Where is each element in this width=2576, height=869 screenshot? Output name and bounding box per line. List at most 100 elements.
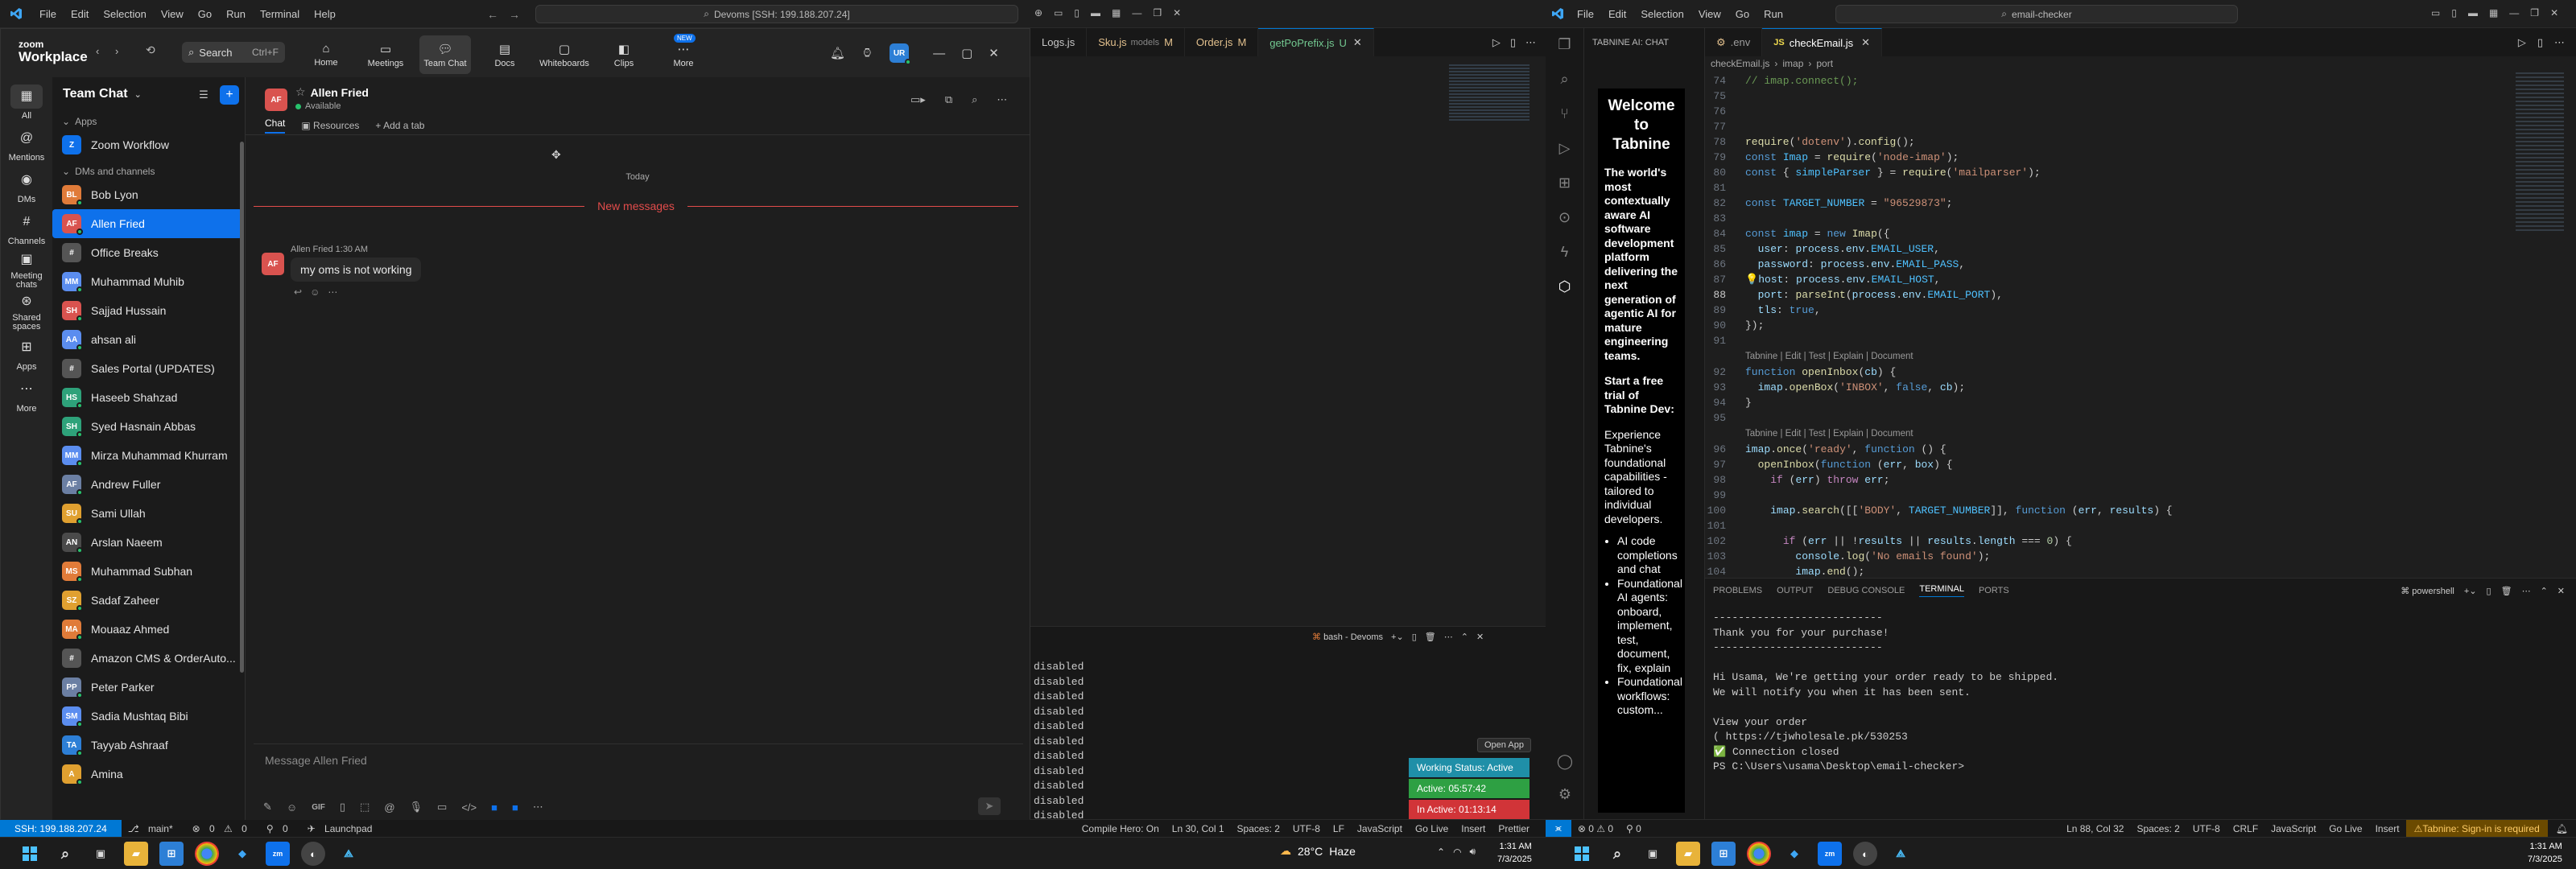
tab-checkemail[interactable]: JS checkEmail.js ✕: [1762, 28, 1883, 56]
chrome-icon[interactable]: [1747, 842, 1771, 866]
search-icon[interactable]: ⌕: [53, 842, 77, 866]
section-dms[interactable]: ⌄ DMs and channels: [52, 163, 242, 180]
breadcrumb-file[interactable]: checkEmail.js: [1711, 58, 1769, 69]
kill-terminal-icon[interactable]: 🗑: [1425, 632, 1436, 642]
maximize-panel-icon[interactable]: ⌃: [2541, 586, 2548, 596]
clock-right[interactable]: 1:31 AM 7/3/2025: [2528, 840, 2562, 866]
sidebar-toggle-icon[interactable]: ▯: [2451, 7, 2457, 19]
file-icon[interactable]: ▯: [340, 801, 345, 813]
video-icon[interactable]: ▭▸: [910, 93, 926, 106]
file-explorer-icon[interactable]: ▰: [1676, 842, 1700, 866]
more-icon[interactable]: ⋯: [997, 93, 1007, 106]
ports-indicator[interactable]: ⚲ 0: [1620, 823, 1648, 834]
more-actions-icon[interactable]: ⋯: [2554, 36, 2565, 49]
list-item[interactable]: SH Sajjad Hussain: [52, 296, 242, 325]
zoom-icon[interactable]: zm: [266, 842, 290, 866]
tab-sku[interactable]: Sku.js models M: [1087, 28, 1185, 56]
insert-mode[interactable]: Insert: [1455, 823, 1492, 834]
maximize-panel-icon[interactable]: ⌃: [1461, 632, 1468, 642]
insert-mode[interactable]: Insert: [2369, 823, 2406, 834]
format-icon[interactable]: ✎: [263, 801, 272, 813]
eol[interactable]: LF: [1327, 823, 1351, 834]
minimize-icon[interactable]: —: [2509, 7, 2519, 19]
tab-add[interactable]: + Add a tab: [375, 120, 424, 131]
layout-icon[interactable]: ▭: [2431, 7, 2440, 19]
go-live[interactable]: Go Live: [2322, 823, 2368, 834]
run-icon[interactable]: ▷: [1492, 36, 1501, 49]
clock-left[interactable]: 1:31 AM 7/3/2025: [1497, 840, 1532, 866]
split-editor-icon[interactable]: ▯: [2537, 36, 2543, 49]
cursor-position[interactable]: Ln 30, Col 1: [1166, 823, 1231, 834]
tab-ports[interactable]: PORTS: [1979, 586, 2009, 595]
list-item[interactable]: SZ Sadaf Zaheer: [52, 586, 242, 615]
encoding[interactable]: UTF-8: [2186, 823, 2227, 834]
list-item[interactable]: AA ahsan ali: [52, 325, 242, 354]
split-terminal-icon[interactable]: ▯: [2487, 586, 2491, 596]
list-item[interactable]: TA Tayyab Ashraaf: [52, 731, 242, 760]
menu-file[interactable]: File: [1570, 8, 1601, 20]
more-icon[interactable]: ⋯: [1444, 632, 1453, 642]
nav-meetings[interactable]: ▭ Meetings: [360, 35, 411, 74]
zoom-icon[interactable]: zm: [1818, 842, 1842, 866]
run-debug-icon[interactable]: ▷: [1559, 140, 1571, 157]
settings-gear-icon[interactable]: ⚙: [1558, 786, 1571, 803]
star-icon[interactable]: ☆: [295, 85, 306, 99]
app-icon-1[interactable]: ■: [491, 801, 497, 813]
sidebar-toggle-icon[interactable]: ▯: [1074, 7, 1080, 19]
compile-hero[interactable]: Compile Hero: On: [1075, 823, 1166, 834]
terminal-shell[interactable]: ⌘ powershell: [2401, 586, 2454, 596]
start-icon[interactable]: [1570, 842, 1594, 866]
reply-icon[interactable]: ↩: [294, 286, 302, 298]
tab-getpoprefix[interactable]: getPoPrefix.js U ✕: [1258, 28, 1374, 56]
forward-icon[interactable]: ›: [115, 45, 118, 57]
list-item[interactable]: PP Peter Parker: [52, 673, 242, 702]
list-item[interactable]: A Amina: [52, 760, 242, 789]
language-mode[interactable]: JavaScript: [1351, 823, 1409, 834]
vscode-icon[interactable]: ◆: [230, 842, 254, 866]
nav-forward-icon[interactable]: →: [509, 8, 520, 21]
tab-close-icon[interactable]: ✕: [1353, 36, 1362, 49]
tracker-icon[interactable]: ⟁: [1889, 842, 1913, 866]
eol[interactable]: CRLF: [2227, 823, 2264, 834]
chrome-icon[interactable]: [195, 842, 219, 866]
remote-indicator[interactable]: ⪤: [1546, 819, 1571, 838]
tracker-icon[interactable]: ⟁: [336, 842, 361, 866]
app-icon-2[interactable]: ■: [512, 801, 518, 813]
tab-resources[interactable]: ▣ Resources: [301, 120, 359, 131]
branch-indicator[interactable]: ⎇ main*: [122, 823, 186, 834]
notifications-icon[interactable]: 🔔︎: [830, 46, 845, 60]
menu-edit[interactable]: Edit: [1601, 8, 1633, 20]
back-icon[interactable]: ‹: [96, 45, 99, 57]
nav-team-chat[interactable]: 💬︎ Team Chat: [419, 35, 471, 74]
close-icon[interactable]: ✕: [2550, 7, 2558, 19]
rail-dms[interactable]: ◉ DMs: [1, 166, 52, 206]
wifi-icon[interactable]: ◠: [1453, 846, 1461, 858]
gif-icon[interactable]: GIF: [312, 803, 325, 812]
tab-close-icon[interactable]: ✕: [1861, 36, 1870, 49]
list-item[interactable]: AF Andrew Fuller: [52, 470, 242, 499]
breadcrumb-property[interactable]: port: [1816, 58, 1833, 69]
list-item[interactable]: BL Bob Lyon: [52, 180, 242, 209]
open-app-popup[interactable]: Open App: [1477, 738, 1531, 752]
layout-customize-icon[interactable]: ▦: [2489, 7, 2498, 19]
search-icon[interactable]: ⌕: [1560, 71, 1568, 88]
remote-indicator[interactable]: SSH: 199.188.207.24: [0, 819, 122, 838]
file-explorer-icon[interactable]: ▰: [124, 842, 148, 866]
task-view-icon[interactable]: ▣: [1641, 842, 1665, 866]
menu-run[interactable]: Run: [219, 8, 253, 20]
close-icon[interactable]: ✕: [989, 46, 999, 60]
menu-selection[interactable]: Selection: [1633, 8, 1690, 20]
contact-avatar[interactable]: AF: [265, 89, 287, 111]
run-icon[interactable]: ▷: [2518, 36, 2526, 49]
weather-widget[interactable]: ☁ 28°C Haze: [1280, 844, 1356, 858]
rail-mentions[interactable]: @ Mentions: [1, 124, 52, 164]
compose-button[interactable]: +: [220, 85, 239, 105]
layout-icon[interactable]: ▭: [1054, 7, 1063, 19]
code-icon[interactable]: </>: [461, 801, 477, 813]
tab-env[interactable]: ⚙ .env: [1705, 28, 1763, 56]
menu-view[interactable]: View: [154, 8, 191, 20]
zoom-search[interactable]: ⌕ Search Ctrl+F: [182, 42, 285, 63]
store-icon[interactable]: ⊞: [159, 842, 184, 866]
search-icon[interactable]: ⌕: [1605, 842, 1629, 866]
restore-icon[interactable]: ❐: [1153, 7, 1162, 19]
